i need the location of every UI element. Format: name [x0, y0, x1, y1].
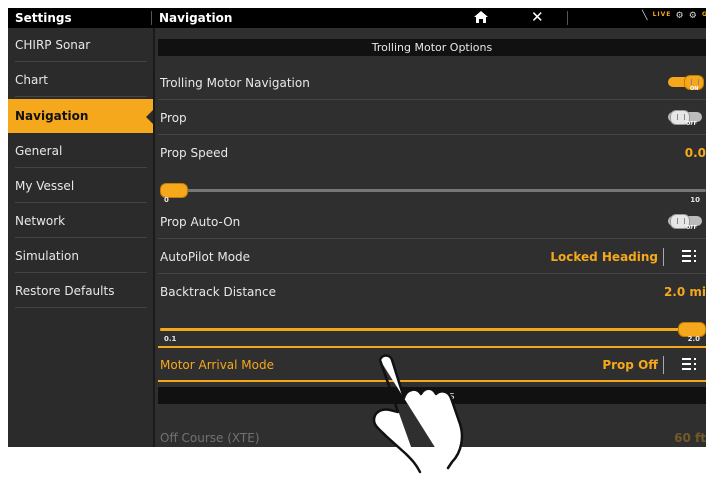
trolling-motor-navigation-toggle[interactable]: ON	[668, 75, 706, 92]
slider-max-label: 2.0	[687, 335, 700, 343]
menu-icon[interactable]	[682, 249, 696, 263]
sidebar-item-simulation[interactable]: Simulation	[8, 239, 153, 273]
row-label: Prop Speed	[160, 146, 229, 160]
value-divider	[663, 248, 664, 266]
backtrack-distance-value: 2.0 mi	[663, 285, 706, 299]
sidebar: CHIRP Sonar Chart Navigation General My …	[8, 28, 154, 447]
slider-max-label: 10	[690, 196, 700, 204]
prop-speed-slider[interactable]: 0 10	[158, 182, 706, 206]
sidebar-item-label: Network	[15, 214, 66, 228]
page-title: Navigation	[159, 11, 233, 25]
screen: Settings Navigation ✕ ╲ LIVE ⚙ ⚙ GP CHIR…	[8, 8, 706, 447]
autopilot-mode-value: Locked Heading	[550, 250, 658, 264]
toggle-state: OFF	[686, 225, 698, 231]
slider-min-label: 0	[164, 196, 169, 204]
row-autopilot-mode[interactable]: AutoPilot Mode Locked Heading	[158, 240, 706, 274]
grip-icon	[677, 218, 685, 224]
slider-rail	[160, 189, 706, 192]
status-icons: ╲ LIVE ⚙ ⚙ GP	[642, 11, 706, 21]
divider	[158, 99, 706, 100]
sidebar-item-restore-defaults[interactable]: Restore Defaults	[8, 274, 153, 308]
row-label: Prop	[160, 111, 187, 125]
divider	[15, 61, 147, 62]
signal-icon: ╲	[642, 11, 649, 21]
backtrack-distance-slider[interactable]: 0.1 2.0	[158, 321, 706, 345]
prop-speed-value: 0.0	[684, 146, 706, 160]
sidebar-item-my-vessel[interactable]: My Vessel	[8, 169, 153, 203]
divider	[158, 238, 706, 239]
row-prop[interactable]: Prop OFF	[158, 101, 706, 135]
sidebar-item-label: General	[15, 144, 63, 158]
sidebar-item-label: Restore Defaults	[15, 284, 115, 298]
grip-icon	[677, 114, 685, 120]
prop-toggle[interactable]: OFF	[668, 110, 706, 127]
row-trolling-motor-navigation[interactable]: Trolling Motor Navigation ON	[158, 66, 706, 100]
sidebar-item-general[interactable]: General	[8, 134, 153, 168]
sidebar-item-chart[interactable]: Chart	[8, 63, 153, 97]
gps-icon: ⚙	[688, 11, 698, 21]
divider	[158, 273, 706, 274]
sidebar-item-label: My Vessel	[15, 179, 75, 193]
grip-icon	[691, 79, 699, 85]
toggle-state: ON	[690, 86, 699, 92]
sidebar-item-network[interactable]: Network	[8, 204, 153, 238]
divider	[15, 237, 147, 238]
divider	[15, 167, 147, 168]
row-label: Motor Arrival Mode	[160, 358, 274, 372]
divider	[158, 134, 706, 135]
divider	[15, 272, 147, 273]
slider-min-label: 0.1	[164, 335, 177, 343]
satellite-icon: ⚙	[675, 11, 685, 21]
sidebar-item-navigation[interactable]: Navigation	[8, 99, 154, 133]
sidebar-item-chirp-sonar[interactable]: CHIRP Sonar	[8, 28, 153, 62]
off-course-value: 60 ft	[674, 431, 706, 445]
row-prop-auto-on[interactable]: Prop Auto-On OFF	[158, 205, 706, 239]
row-backtrack-distance[interactable]: Backtrack Distance 2.0 mi	[158, 275, 706, 305]
prop-auto-on-toggle[interactable]: OFF	[668, 214, 706, 231]
topbar-divider-2	[567, 11, 568, 25]
sidebar-item-label: Simulation	[15, 249, 79, 263]
close-icon[interactable]: ✕	[531, 8, 544, 26]
row-label: AutoPilot Mode	[160, 250, 251, 264]
motor-arrival-mode-value: Prop Off	[602, 358, 658, 372]
divider	[15, 96, 147, 97]
section-header-trolling-motor: Trolling Motor Options	[158, 39, 706, 56]
sidebar-item-label: CHIRP Sonar	[15, 38, 91, 52]
value-divider	[663, 356, 664, 374]
sidebar-item-label: Navigation	[15, 109, 89, 123]
row-prop-speed[interactable]: Prop Speed 0.0	[158, 136, 706, 166]
toggle-state: OFF	[686, 121, 698, 127]
sidebar-item-label: Chart	[15, 73, 48, 87]
top-bar: Settings Navigation ✕ ╲ LIVE ⚙ ⚙ GP	[8, 8, 706, 28]
menu-icon[interactable]	[682, 357, 696, 371]
hand-pointer-icon	[372, 354, 464, 474]
slider-fill	[160, 328, 706, 331]
topbar-divider	[151, 11, 152, 25]
row-label: Prop Auto-On	[160, 215, 241, 229]
home-icon[interactable]	[473, 9, 489, 25]
divider	[15, 307, 147, 308]
live-badge: LIVE	[652, 11, 672, 18]
row-label: Backtrack Distance	[160, 285, 276, 299]
divider	[15, 202, 147, 203]
row-label: Trolling Motor Navigation	[160, 76, 310, 90]
gps-label: GP	[701, 11, 706, 18]
settings-title: Settings	[15, 11, 72, 25]
row-label: Off Course (XTE)	[160, 431, 260, 445]
